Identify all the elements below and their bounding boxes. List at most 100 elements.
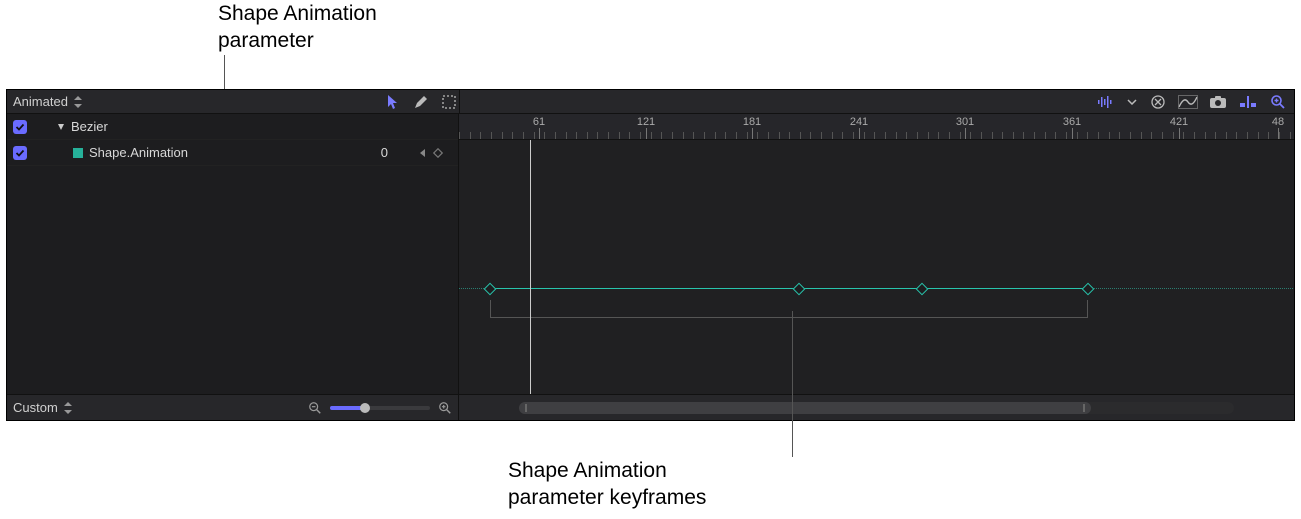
ruler-tick — [523, 132, 524, 139]
enable-checkbox[interactable] — [13, 146, 27, 160]
ruler-tick — [629, 132, 630, 139]
scroll-handle-icon — [525, 404, 527, 412]
ruler-tick — [1098, 132, 1099, 139]
ruler-tick-major — [1179, 128, 1180, 139]
ruler-tick — [800, 132, 801, 139]
clear-curves-button[interactable] — [1148, 92, 1168, 112]
ruler-tick — [768, 132, 769, 139]
vertical-zoom-slider[interactable] — [330, 406, 430, 410]
ruler-tick — [608, 132, 609, 139]
zoom-timeline-button[interactable] — [1268, 92, 1288, 112]
ruler-tick — [1013, 132, 1014, 139]
ruler-tick — [842, 132, 843, 139]
annotation-text: Shape Animation parameter — [218, 0, 377, 55]
audio-menu[interactable] — [1126, 92, 1138, 112]
ruler-tick — [693, 132, 694, 139]
ruler-tick — [1045, 132, 1046, 139]
parameter-rows: Bezier Shape.Animation 0 — [7, 114, 458, 394]
ruler-tick — [470, 132, 471, 139]
curve-color-chip — [73, 148, 83, 158]
curve-mode-popup[interactable]: Custom — [13, 400, 72, 415]
ruler-tick — [683, 132, 684, 139]
timeline-area: 6112118124130136142148 — [459, 114, 1294, 420]
clear-curves-icon — [1150, 94, 1166, 110]
annotation-shape-animation-parameter: Shape Animation parameter — [218, 0, 377, 55]
ruler-tick — [459, 132, 460, 139]
ruler-tick — [619, 132, 620, 139]
snapshot-icon — [1209, 95, 1227, 109]
ruler-tick — [1247, 132, 1248, 139]
ruler-tick — [1119, 132, 1120, 139]
filter-popup[interactable]: Animated — [13, 94, 82, 109]
ruler-tick — [960, 132, 961, 139]
edit-tool-arrow[interactable] — [383, 92, 403, 112]
scrollbar-thumb[interactable] — [519, 402, 1091, 414]
parameter-value[interactable]: 0 — [336, 145, 396, 160]
ruler-tick-major — [859, 128, 860, 139]
keyframe[interactable] — [793, 282, 806, 295]
ruler-tick — [651, 132, 652, 139]
prev-keyframe-icon[interactable] — [417, 147, 429, 159]
row-label: Shape.Animation — [89, 145, 188, 160]
parameter-row-bezier[interactable]: Bezier — [7, 114, 458, 140]
annotation-shape-animation-keyframes: Shape Animation parameter keyframes — [508, 457, 706, 512]
edit-tool-marquee[interactable] — [439, 92, 459, 112]
fit-curves-button[interactable] — [1178, 92, 1198, 112]
audio-toggle[interactable] — [1096, 92, 1116, 112]
ruler-tick — [970, 132, 971, 139]
checkmark-icon — [15, 148, 25, 158]
ruler-tick — [576, 132, 577, 139]
parameter-row-shape-animation[interactable]: Shape.Animation 0 — [7, 140, 458, 166]
chevron-updown-icon — [64, 402, 72, 414]
ruler-tick — [555, 132, 556, 139]
enable-checkbox[interactable] — [13, 120, 27, 134]
horizontal-scrollbar[interactable] — [519, 402, 1234, 414]
keyframe[interactable] — [916, 282, 929, 295]
snap-button[interactable] — [1238, 92, 1258, 112]
audio-waveform-icon — [1097, 95, 1115, 109]
ruler-tick — [938, 132, 939, 139]
magnify-out-icon[interactable] — [308, 401, 322, 415]
playhead[interactable] — [530, 140, 531, 394]
ruler-tick — [981, 132, 982, 139]
keyframe-diamond-icon[interactable] — [433, 148, 443, 158]
parameter-list: Bezier Shape.Animation 0 — [7, 114, 459, 420]
keyframe[interactable] — [1082, 282, 1095, 295]
magnify-in-icon[interactable] — [438, 401, 452, 415]
ruler-tick — [789, 132, 790, 139]
zoom-icon — [1270, 94, 1286, 110]
ruler-tick — [566, 132, 567, 139]
ruler-tick-label: 241 — [850, 116, 868, 128]
snapshot-button[interactable] — [1208, 92, 1228, 112]
edit-tool-pencil[interactable] — [411, 92, 431, 112]
timeline-footer — [459, 394, 1294, 420]
ruler-tick — [1279, 132, 1280, 139]
ruler-tick — [906, 132, 907, 139]
ruler-tick — [1151, 132, 1152, 139]
ruler-tick — [1087, 132, 1088, 139]
ruler-tick — [874, 132, 875, 139]
slider-thumb[interactable] — [360, 403, 370, 413]
ruler-tick-label: 301 — [956, 116, 974, 128]
curve-line[interactable] — [490, 288, 1088, 289]
curve-graph[interactable] — [459, 140, 1294, 394]
toolbar-right — [460, 90, 1294, 113]
keyframe-nav — [402, 147, 458, 159]
keyframe[interactable] — [484, 282, 497, 295]
marquee-icon — [441, 94, 457, 110]
ruler-tick — [491, 132, 492, 139]
ruler-tick — [544, 132, 545, 139]
ruler-tick — [949, 132, 950, 139]
ruler-tick — [1173, 132, 1174, 139]
disclosure-triangle-icon[interactable] — [57, 123, 65, 131]
ruler-tick — [725, 132, 726, 139]
ruler-tick-major — [539, 128, 540, 139]
ruler-tick — [512, 132, 513, 139]
ruler-tick — [736, 132, 737, 139]
annotation-text: Shape Animation parameter keyframes — [508, 457, 706, 512]
snap-icon — [1238, 95, 1258, 109]
time-ruler[interactable]: 6112118124130136142148 — [459, 114, 1294, 140]
ruler-tick — [928, 132, 929, 139]
sidebar-footer: Custom — [7, 394, 458, 420]
ruler-tick — [1055, 132, 1056, 139]
